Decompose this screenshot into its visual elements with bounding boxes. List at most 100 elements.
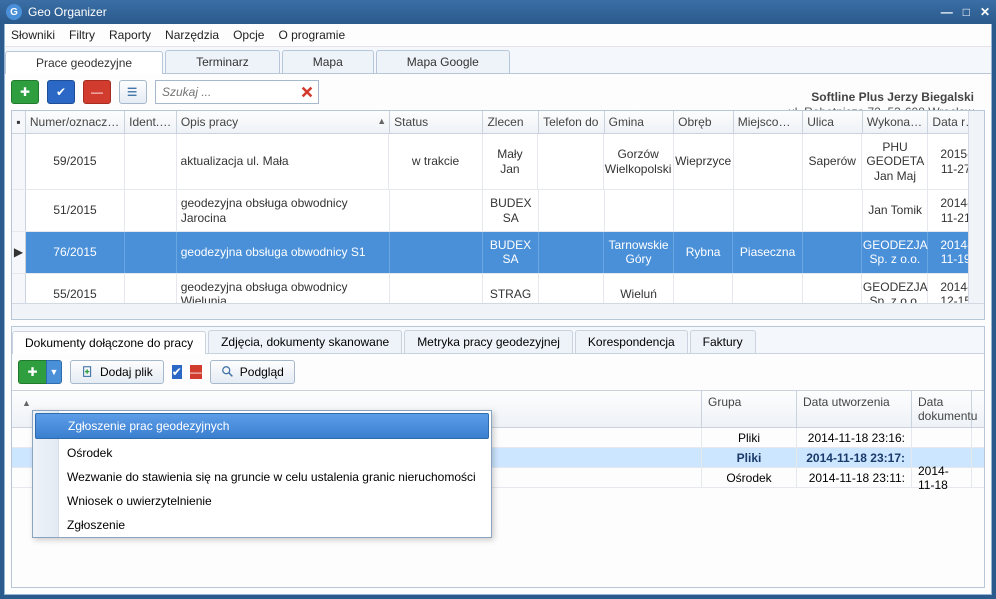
dropdown-item[interactable]: Wezwanie do stawienia się na gruncie w c…	[33, 465, 491, 489]
subtab-faktury[interactable]: Faktury	[690, 330, 756, 353]
cell-wykon: PHU GEODETA Jan Maj	[862, 134, 928, 189]
cell-gmina	[605, 190, 675, 231]
company-name: Softline Plus Jerzy Biegalski	[788, 90, 974, 105]
dropdown-item[interactable]: Zgłoszenie	[33, 513, 491, 537]
table-row[interactable]: 51/2015 geodezyjna obsługa obwodnicy Jaro…	[12, 190, 984, 232]
sub-toolbar: ✚ ▼ Dodaj plik ✔ — Podgląd	[12, 354, 984, 390]
doc-col-utworzenia[interactable]: Data utworzenia	[797, 391, 912, 427]
dropdown-item[interactable]: Wniosek o uwierzytelnienie	[33, 489, 491, 513]
tab-prace-geodezyjne[interactable]: Prace geodezyjne	[5, 51, 163, 74]
add-doc-dropdown-button[interactable]: ▼	[46, 360, 62, 384]
cell-numer: 59/2015	[26, 134, 125, 189]
subtab-dokumenty[interactable]: Dokumenty dołączone do pracy	[12, 331, 206, 354]
jobs-grid: ▪ Numer/oznaczenie Ident. zgł Opis pracy…	[11, 110, 985, 320]
cell-tel	[539, 190, 605, 231]
cell-zlecen: Mały Jan	[483, 134, 539, 189]
main-tabs: Prace geodezyjne Terminarz Mapa Mapa Goo…	[5, 47, 991, 74]
doc-col-grupa[interactable]: Grupa	[702, 391, 797, 427]
table-row[interactable]: 59/2015aktualizacja ul. Maław trakcieMał…	[12, 134, 984, 190]
cell-ident	[125, 134, 177, 189]
sort-asc-icon: ▲	[377, 116, 386, 126]
list-icon	[126, 85, 140, 99]
preview-label: Podgląd	[240, 365, 284, 379]
cell-ident	[125, 232, 177, 273]
doc-cell-grupa: Pliki	[702, 428, 797, 447]
search-input[interactable]	[156, 83, 296, 101]
col-miejscowosc[interactable]: Miejscowość	[734, 111, 804, 133]
clear-search-button[interactable]	[296, 81, 318, 103]
col-obreb[interactable]: Obręb	[674, 111, 734, 133]
add-button[interactable]: ✚	[11, 80, 39, 104]
cell-tel	[538, 134, 603, 189]
cell-wykon: Jan Tomik	[863, 190, 929, 231]
close-button[interactable]: ✕	[980, 5, 990, 19]
add-split-button: ✚ ▼	[18, 360, 62, 384]
menu-opcje[interactable]: Opcje	[233, 28, 264, 42]
row-selector-header[interactable]: ▪	[12, 111, 26, 133]
doc-cell-utw: 2014-11-18 23:16:	[797, 428, 912, 447]
col-gmina[interactable]: Gmina	[605, 111, 675, 133]
menu-raporty[interactable]: Raporty	[109, 28, 151, 42]
h-scrollbar[interactable]	[12, 303, 984, 319]
list-button[interactable]	[119, 80, 147, 104]
cell-status	[390, 232, 483, 273]
subtab-zdjecia[interactable]: Zdjęcia, dokumenty skanowane	[208, 330, 402, 353]
dropdown-item[interactable]: Ośrodek	[33, 441, 491, 465]
cell-opis: aktualizacja ul. Mała	[177, 134, 390, 189]
add-file-button[interactable]: Dodaj plik	[70, 360, 164, 384]
doc-cell-utw: 2014-11-18 23:11:	[797, 468, 912, 487]
sub-tabs: Dokumenty dołączone do pracy Zdjęcia, do…	[12, 327, 984, 354]
window-controls: — □ ✕	[941, 5, 990, 19]
tab-mapa[interactable]: Mapa	[282, 50, 374, 73]
col-opis[interactable]: Opis pracy▲	[177, 111, 390, 133]
cell-status	[390, 190, 483, 231]
col-ulica[interactable]: Ulica	[803, 111, 863, 133]
cell-tel	[539, 232, 605, 273]
x-icon	[300, 85, 314, 99]
col-status[interactable]: Status	[390, 111, 483, 133]
add-doc-button[interactable]: ✚	[18, 360, 46, 384]
col-ident[interactable]: Ident. zgł	[125, 111, 177, 133]
cell-miejsc	[734, 190, 804, 231]
col-numer[interactable]: Numer/oznaczenie	[26, 111, 125, 133]
doc-cell-dok	[912, 428, 972, 447]
cell-opis: geodezyjna obsługa obwodnicy Jarocina	[177, 190, 390, 231]
confirm-doc-button[interactable]: ✔	[172, 365, 182, 379]
grid-body: 59/2015aktualizacja ul. Maław trakcieMał…	[12, 134, 984, 320]
delete-doc-button[interactable]: —	[190, 365, 202, 379]
subtab-metryka[interactable]: Metryka pracy geodezyjnej	[404, 330, 573, 353]
col-wykonawca[interactable]: Wykonawca	[863, 111, 929, 133]
menu-slowniki[interactable]: Słowniki	[11, 28, 55, 42]
sort-asc-icon: ▲	[22, 398, 31, 408]
delete-button[interactable]: —	[83, 80, 111, 104]
minimize-button[interactable]: —	[941, 5, 953, 19]
table-row[interactable]: ▶76/2015geodezyjna obsługa obwodnicy S1B…	[12, 232, 984, 274]
maximize-button[interactable]: □	[963, 5, 970, 19]
preview-button[interactable]: Podgląd	[210, 360, 295, 384]
confirm-button[interactable]: ✔	[47, 80, 75, 104]
cell-miejsc	[734, 134, 803, 189]
cell-wykon: GEODEZJA Sp. z o.o.	[862, 232, 928, 273]
cell-miejsc: Piaseczna	[733, 232, 802, 273]
menu-filtry[interactable]: Filtry	[69, 28, 95, 42]
file-plus-icon	[81, 365, 95, 379]
row-marker: ▶	[12, 232, 26, 273]
row-marker	[12, 190, 26, 231]
col-telefon[interactable]: Telefon do	[539, 111, 605, 133]
subtab-korespondencja[interactable]: Korespondencja	[575, 330, 688, 353]
tab-mapa-google[interactable]: Mapa Google	[376, 50, 510, 73]
cell-opis: geodezyjna obsługa obwodnicy S1	[177, 232, 390, 273]
menu-narzedzia[interactable]: Narzędzia	[165, 28, 219, 42]
add-file-label: Dodaj plik	[100, 365, 153, 379]
cell-zlecen: BUDEX SA	[483, 190, 539, 231]
cell-numer: 51/2015	[26, 190, 125, 231]
dropdown-item[interactable]: Zgłoszenie prac geodezyjnych	[35, 413, 489, 439]
menu-o-programie[interactable]: O programie	[278, 28, 345, 42]
doc-cell-utw: 2014-11-18 23:17:	[797, 448, 912, 467]
v-scrollbar[interactable]	[968, 111, 984, 303]
cell-obreb: Wieprzyce	[674, 134, 734, 189]
cell-gmina: Tarnowskie Góry	[604, 232, 673, 273]
doc-col-dokumentu[interactable]: Data dokumentu	[912, 391, 972, 427]
col-zlecen[interactable]: Zlecen	[483, 111, 539, 133]
tab-terminarz[interactable]: Terminarz	[165, 50, 280, 73]
